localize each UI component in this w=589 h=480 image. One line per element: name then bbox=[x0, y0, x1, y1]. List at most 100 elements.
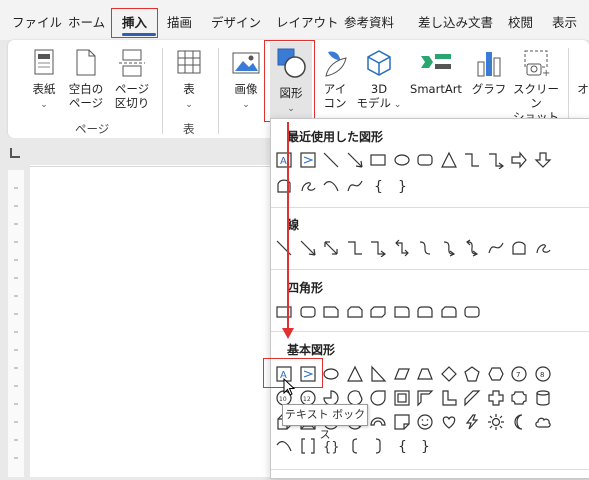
arc-shape-icon[interactable] bbox=[320, 175, 342, 197]
oval-shape-icon[interactable] bbox=[320, 363, 342, 385]
round1-shape-icon[interactable] bbox=[391, 301, 413, 323]
scribble-shape-icon[interactable] bbox=[297, 175, 319, 197]
hex-shape-icon[interactable] bbox=[485, 363, 507, 385]
ribbon-tabs: ファイル ホーム 挿入 描画 デザイン レイアウト 参考資料 差し込み文書 校閲… bbox=[0, 0, 589, 40]
tear-shape-icon[interactable] bbox=[367, 387, 389, 409]
lbrace-shape-icon[interactable]: { bbox=[391, 435, 413, 457]
chart-button[interactable]: グラフ bbox=[470, 48, 508, 96]
3d-models-button[interactable]: 3D モデル ⌄ bbox=[356, 48, 402, 112]
section-title-rectangles: 四角形 bbox=[287, 281, 324, 295]
tab-file[interactable]: ファイル bbox=[12, 12, 62, 31]
oval-shape-icon[interactable] bbox=[391, 149, 413, 171]
mouse-cursor-icon bbox=[283, 378, 295, 396]
rect-shape-icon[interactable] bbox=[273, 301, 295, 323]
diamond-shape-icon[interactable] bbox=[438, 363, 460, 385]
snip-round-shape-icon[interactable] bbox=[438, 301, 460, 323]
lshape-shape-icon[interactable] bbox=[438, 387, 460, 409]
freeform-shape-icon[interactable] bbox=[273, 175, 295, 197]
rbrk2-shape-icon[interactable] bbox=[367, 435, 389, 457]
table-button[interactable]: 表 ⌄ bbox=[172, 48, 206, 112]
elbow-shape-icon[interactable] bbox=[344, 237, 366, 259]
lbrk2-shape-icon[interactable] bbox=[344, 435, 366, 457]
half-frame-shape-icon[interactable] bbox=[414, 387, 436, 409]
curved-dbl-shape-icon[interactable] bbox=[461, 237, 483, 259]
cube-icon bbox=[367, 50, 391, 76]
tab-review[interactable]: 校閲 bbox=[508, 12, 533, 31]
frame-shape-icon[interactable] bbox=[391, 387, 413, 409]
curved-shape-icon[interactable] bbox=[414, 237, 436, 259]
image-icon bbox=[232, 52, 260, 74]
trap-shape-icon[interactable] bbox=[414, 363, 436, 385]
tab-home[interactable]: ホーム bbox=[68, 12, 105, 31]
tab-layout[interactable]: レイアウト bbox=[276, 12, 339, 31]
scribble-shape-icon[interactable] bbox=[532, 237, 554, 259]
blank-page-button[interactable]: 空白の ページ bbox=[66, 48, 106, 110]
rbrace-shape-icon[interactable]: } bbox=[414, 435, 436, 457]
moon-shape-icon[interactable] bbox=[508, 411, 530, 433]
d-arrow-shape-icon[interactable] bbox=[532, 149, 554, 171]
images-button[interactable]: 画像 ⌄ bbox=[228, 48, 264, 112]
curve-shape-icon[interactable] bbox=[485, 237, 507, 259]
rbrace-shape-icon[interactable]: } bbox=[391, 175, 413, 197]
oct-shape-icon[interactable]: 8 bbox=[532, 363, 554, 385]
arrow-shape-icon[interactable] bbox=[344, 149, 366, 171]
para-shape-icon[interactable] bbox=[391, 363, 413, 385]
sun-shape-icon[interactable] bbox=[485, 411, 507, 433]
tab-view[interactable]: 表示 bbox=[552, 12, 577, 31]
smiley-shape-icon[interactable] bbox=[414, 411, 436, 433]
rrect-shape-icon[interactable] bbox=[297, 301, 319, 323]
hept-shape-icon[interactable]: 7 bbox=[508, 363, 530, 385]
smartart-button[interactable]: SmartArt bbox=[406, 48, 466, 96]
rrect-shape-icon[interactable] bbox=[414, 149, 436, 171]
elbow-arrow-shape-icon[interactable] bbox=[485, 149, 507, 171]
r-arrow-shape-icon[interactable] bbox=[508, 149, 530, 171]
arrow-shape-icon[interactable] bbox=[297, 237, 319, 259]
section-title-basic: 基本図形 bbox=[287, 343, 336, 357]
bolt-shape-icon[interactable] bbox=[461, 411, 483, 433]
rrect-shape-icon[interactable] bbox=[461, 301, 483, 323]
tab-mailings[interactable]: 差し込み文書 bbox=[418, 12, 493, 31]
snip-d-shape-icon[interactable] bbox=[367, 301, 389, 323]
tab-stop-icon[interactable] bbox=[10, 148, 20, 158]
heart-shape-icon[interactable] bbox=[438, 411, 460, 433]
elbow-dbl-shape-icon[interactable] bbox=[391, 237, 413, 259]
line-shape-icon[interactable] bbox=[320, 149, 342, 171]
pair-bracket-shape-icon[interactable] bbox=[297, 435, 319, 457]
tri-shape-icon[interactable] bbox=[344, 363, 366, 385]
screenshot-icon: + bbox=[524, 50, 550, 78]
dbl-arrow-shape-icon[interactable] bbox=[320, 237, 342, 259]
curve-shape-icon[interactable] bbox=[344, 175, 366, 197]
cloud-shape-icon[interactable] bbox=[532, 411, 554, 433]
plaque-shape-icon[interactable] bbox=[508, 387, 530, 409]
snip1-shape-icon[interactable] bbox=[320, 301, 342, 323]
block-arc-shape-icon[interactable] bbox=[367, 411, 389, 433]
arc-shape-icon[interactable] bbox=[273, 435, 295, 457]
textbox-shape-icon[interactable]: A bbox=[273, 149, 295, 171]
rtri-shape-icon[interactable] bbox=[367, 363, 389, 385]
tab-draw[interactable]: 描画 bbox=[167, 12, 192, 31]
rect-shape-icon[interactable] bbox=[367, 149, 389, 171]
tab-design[interactable]: デザイン bbox=[211, 12, 261, 31]
vtextbox-shape-icon[interactable] bbox=[297, 149, 319, 171]
chart-icon bbox=[477, 52, 501, 77]
curved-arrow-shape-icon[interactable] bbox=[438, 237, 460, 259]
elbow-arrow-shape-icon[interactable] bbox=[367, 237, 389, 259]
elbow-shape-icon[interactable] bbox=[461, 149, 483, 171]
tri-shape-icon[interactable] bbox=[438, 149, 460, 171]
freeform-shape-icon[interactable] bbox=[508, 237, 530, 259]
round2-shape-icon[interactable] bbox=[414, 301, 436, 323]
cut-off-button[interactable]: オ bbox=[576, 82, 589, 96]
can-shape-icon[interactable] bbox=[532, 387, 554, 409]
diag-stripe-shape-icon[interactable] bbox=[461, 387, 483, 409]
cover-page-button[interactable]: 表紙 ⌄ bbox=[26, 48, 62, 112]
cross-shape-icon[interactable] bbox=[485, 387, 507, 409]
line-shape-icon[interactable] bbox=[273, 237, 295, 259]
snip2-shape-icon[interactable] bbox=[344, 301, 366, 323]
tab-references[interactable]: 参考資料 bbox=[344, 12, 394, 31]
page-break-button[interactable]: ページ 区切り bbox=[110, 48, 154, 110]
icons-button[interactable]: アイ コン bbox=[318, 48, 352, 110]
3d-models-label-2: モデル bbox=[356, 96, 392, 110]
folded-shape-icon[interactable] bbox=[391, 411, 413, 433]
pent-shape-icon[interactable] bbox=[461, 363, 483, 385]
lbrace-shape-icon[interactable]: { bbox=[367, 175, 389, 197]
